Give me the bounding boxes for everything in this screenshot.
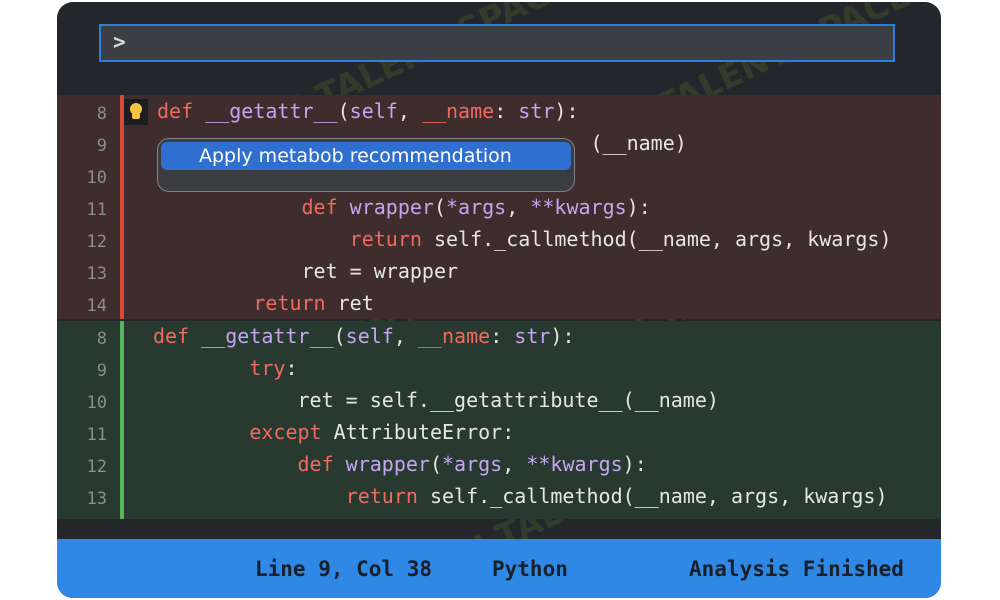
- line-number: 11: [86, 200, 107, 220]
- code-line[interactable]: try:: [153, 356, 298, 380]
- code-token: **kwargs: [526, 452, 623, 476]
- line-number: 14: [86, 296, 107, 316]
- code-token: ):: [550, 324, 575, 348]
- code-token: def: [297, 452, 346, 476]
- code-token: **kwargs: [530, 195, 627, 219]
- line-number: 11: [86, 425, 107, 445]
- line-number: 10: [86, 393, 107, 413]
- code-token: (: [333, 324, 346, 348]
- line-number: 9: [96, 136, 107, 156]
- code-token: def: [301, 195, 350, 219]
- code-token: ret = self.__getattribute__(__name): [153, 388, 719, 412]
- code-token: (: [433, 195, 447, 219]
- code-token: *args: [446, 195, 507, 219]
- code-token: ):: [622, 452, 647, 476]
- code-token: return: [253, 291, 338, 315]
- code-token: wrapper: [349, 195, 434, 219]
- code-line[interactable]: def wrapper(*args, **kwargs):: [153, 452, 647, 476]
- command-bar[interactable]: >: [99, 24, 895, 62]
- code-token: ,: [506, 195, 531, 219]
- code-token: wrapper: [345, 452, 430, 476]
- code-token: def: [157, 99, 206, 123]
- code-token: def: [153, 324, 202, 348]
- line-number: 13: [86, 489, 107, 509]
- removed-gutter-marker: [120, 95, 124, 319]
- line-number: 10: [86, 168, 107, 188]
- command-input[interactable]: [137, 26, 881, 62]
- line-number: 9: [96, 361, 107, 381]
- code-token: str: [514, 324, 551, 348]
- command-prompt: >: [113, 30, 126, 54]
- code-token: try: [249, 356, 286, 380]
- recommendation-popup: Apply metabob recommendation: [157, 138, 575, 192]
- status-bar: Line 9, Col 38 Python Analysis Finished: [57, 539, 941, 598]
- code-token: str: [518, 99, 555, 123]
- code-token: self._callmethod(__name, args, kwargs): [433, 227, 892, 251]
- code-token: self: [345, 324, 394, 348]
- code-line[interactable]: return self._callmethod(__name, args, kw…: [157, 227, 892, 251]
- line-number: 12: [86, 457, 107, 477]
- code-token: :: [285, 356, 298, 380]
- code-line[interactable]: def __getattr__(self, __name: str):: [153, 324, 575, 348]
- analysis-status: Analysis Finished: [689, 557, 904, 581]
- code-token: AttributeError:: [333, 420, 515, 444]
- code-token: ret = wrapper: [157, 259, 459, 283]
- code-token: :: [494, 99, 519, 123]
- code-line[interactable]: ret = wrapper: [157, 259, 458, 283]
- code-token: :: [490, 324, 515, 348]
- code-token: except: [249, 420, 334, 444]
- code-token: self: [349, 99, 398, 123]
- line-number: 8: [96, 104, 107, 124]
- code-line[interactable]: ret = self.__getattribute__(__name): [153, 388, 719, 412]
- code-token: __name: [417, 324, 491, 348]
- lightbulb-icon[interactable]: [124, 99, 148, 125]
- code-token: ,: [502, 452, 527, 476]
- code-line[interactable]: return ret: [157, 291, 374, 315]
- code-token: ):: [626, 195, 651, 219]
- code-token: ,: [393, 324, 418, 348]
- code-token: *args: [442, 452, 503, 476]
- code-token: __getattr__: [205, 99, 338, 123]
- code-token: ):: [554, 99, 579, 123]
- cursor-position[interactable]: Line 9, Col 38: [255, 557, 432, 581]
- code-token: __name: [421, 99, 495, 123]
- line-number: 12: [86, 232, 107, 252]
- code-token: ret: [337, 291, 374, 315]
- editor-window: AI TALENT SPACE AI TALENT SPACE AI TALEN…: [57, 2, 941, 598]
- code-line[interactable]: return self._callmethod(__name, args, kw…: [153, 484, 888, 508]
- line-number: 8: [96, 329, 107, 349]
- code-line[interactable]: except AttributeError:: [153, 420, 514, 444]
- code-token: return: [345, 484, 430, 508]
- code-line[interactable]: def wrapper(*args, **kwargs):: [157, 195, 651, 219]
- line-number: 13: [86, 264, 107, 284]
- code-token: __getattr__: [201, 324, 334, 348]
- code-token: (: [429, 452, 443, 476]
- apply-recommendation-button[interactable]: Apply metabob recommendation: [161, 142, 571, 170]
- code-token: (: [337, 99, 350, 123]
- code-token: return: [349, 227, 434, 251]
- language-mode[interactable]: Python: [492, 557, 568, 581]
- added-gutter-marker: [120, 321, 124, 519]
- code-line[interactable]: def __getattr__(self, __name: str):: [157, 99, 579, 123]
- code-token: self._callmethod(__name, args, kwargs): [429, 484, 888, 508]
- code-token: ,: [397, 99, 422, 123]
